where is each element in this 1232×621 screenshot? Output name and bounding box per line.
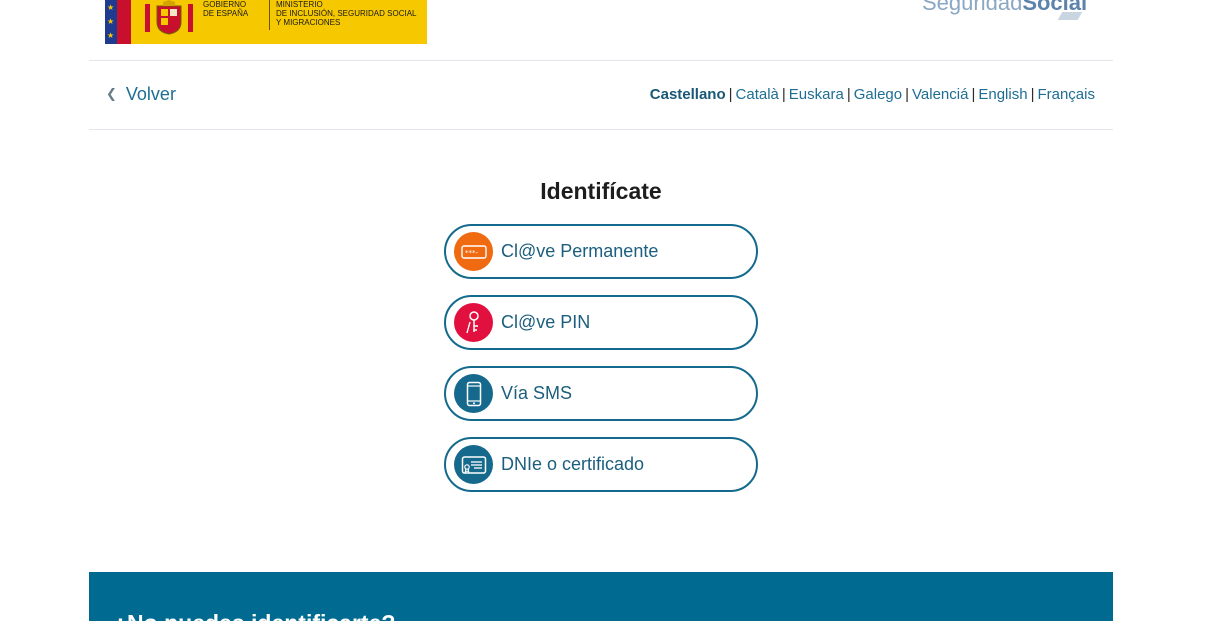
lang-catala[interactable]: Català [736, 86, 779, 103]
chevron-left-icon: ❮ [106, 85, 117, 101]
ministry-text: MINISTERIO DE INCLUSIÓN, SEGURIDAD SOCIA… [276, 0, 417, 27]
option-label: DNIe o certificado [501, 454, 645, 474]
id-card-icon [454, 445, 493, 484]
lang-english[interactable]: English [978, 86, 1027, 103]
clave-pin-button[interactable]: Cl@ve PIN [444, 295, 758, 350]
page-title: Identifícate [540, 178, 662, 204]
lang-separator: | [905, 86, 910, 103]
lang-valencia[interactable]: Valenciá [912, 86, 968, 103]
lang-separator: | [1030, 86, 1035, 103]
mobile-phone-icon [454, 374, 493, 413]
lang-euskara[interactable]: Euskara [789, 86, 844, 103]
option-label: Cl@ve PIN [501, 312, 591, 332]
svg-text:***-: ***- [465, 249, 479, 257]
identification-options: ***- Cl@ve Permanente Cl@ve PIN Vía SMS … [444, 224, 758, 508]
option-label: Cl@ve Permanente [501, 241, 659, 261]
nav-divider [89, 129, 1113, 130]
logo-text-light: Seguridad [922, 0, 1023, 15]
lang-galego[interactable]: Galego [854, 86, 902, 103]
logo-underline [1057, 12, 1083, 20]
header-divider [89, 60, 1113, 61]
lang-castellano[interactable]: Castellano [650, 86, 726, 103]
help-title: ¿No puedes identificarte? [113, 610, 395, 621]
lang-separator: | [846, 86, 851, 103]
spain-flag-strip [117, 0, 131, 44]
back-link[interactable]: ❮ Volver [106, 84, 176, 105]
lang-francais[interactable]: Français [1037, 86, 1095, 103]
clave-permanente-button[interactable]: ***- Cl@ve Permanente [444, 224, 758, 279]
lang-separator: | [781, 86, 786, 103]
language-selector: Castellano | Català | Euskara | Galego |… [650, 86, 1095, 103]
coat-of-arms-icon [145, 0, 193, 35]
lang-separator: | [971, 86, 976, 103]
help-section: ¿No puedes identificarte? [89, 572, 1113, 621]
via-sms-button[interactable]: Vía SMS [444, 366, 758, 421]
government-text: GOBIERNO DE ESPAÑA [203, 0, 249, 18]
dnie-certificado-button[interactable]: DNIe o certificado [444, 437, 758, 492]
back-label: Volver [125, 84, 176, 104]
government-logo-banner[interactable]: ★ ★ ★ GOBIERNO DE ESPAÑA MINISTERIO DE I… [105, 0, 427, 44]
option-label: Vía SMS [501, 383, 573, 403]
password-icon: ***- [454, 232, 493, 271]
lang-separator: | [728, 86, 733, 103]
banner-divider [269, 0, 270, 30]
key-icon [454, 303, 493, 342]
eu-flag-strip: ★ ★ ★ [105, 0, 117, 44]
page: ★ ★ ★ GOBIERNO DE ESPAÑA MINISTERIO DE I… [0, 0, 1232, 621]
